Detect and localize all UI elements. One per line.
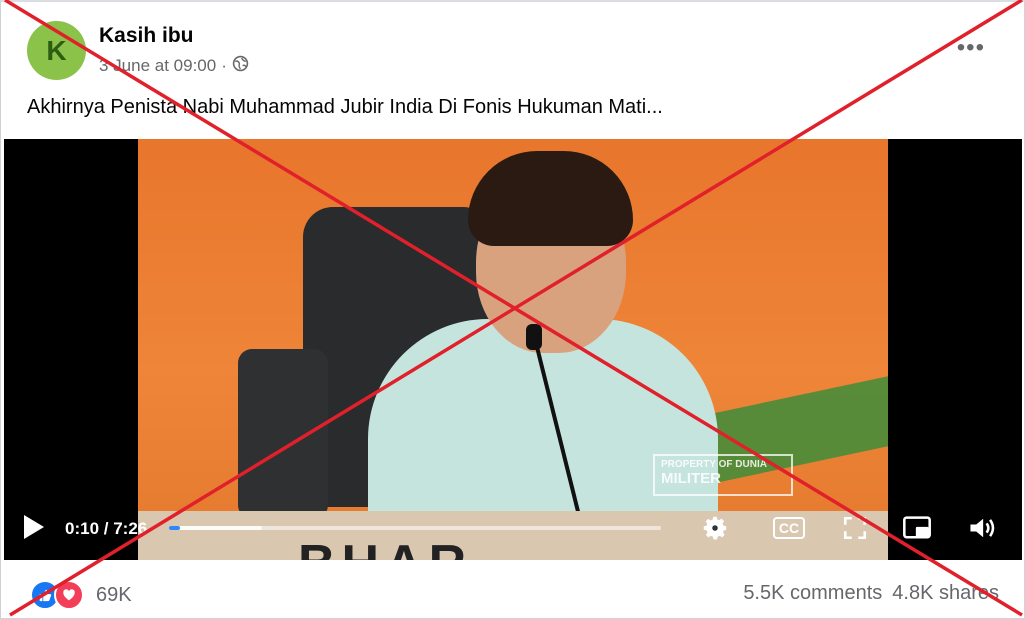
progress-bar[interactable] (169, 526, 661, 530)
video-controls: 0:10 / 7:26 CC (4, 505, 1022, 555)
avatar[interactable]: K (27, 21, 86, 80)
microphone (526, 324, 542, 350)
globe-icon (232, 55, 249, 77)
engagement-stats: 5.5K comments 4.8K shares (743, 582, 999, 605)
author-name[interactable]: Kasih ibu (99, 24, 194, 48)
cc-label: CC (772, 517, 806, 539)
progress-buffered (169, 526, 263, 530)
progress-played (169, 526, 180, 530)
fullscreen-icon[interactable] (837, 511, 873, 545)
shares-count[interactable]: 4.8K shares (892, 582, 999, 605)
speaker-hair (468, 151, 633, 246)
reactions-summary[interactable]: 69K (30, 580, 132, 610)
avatar-initial: K (46, 34, 67, 66)
video-frame: BHAR PROPERTY OF DUNIA MILITER (138, 139, 888, 560)
settings-gear-icon[interactable] (697, 511, 733, 545)
closed-captions-icon[interactable]: CC (771, 511, 807, 545)
watermark-line2: MILITER (661, 470, 721, 487)
video-player[interactable]: BHAR PROPERTY OF DUNIA MILITER (4, 139, 1022, 560)
love-icon (54, 580, 84, 610)
comments-count[interactable]: 5.5K comments (743, 582, 882, 605)
chair-arm (238, 349, 328, 519)
post-meta: 3 June at 09:00 · (99, 55, 249, 77)
meta-separator: · (221, 56, 227, 75)
time-separator: / (103, 519, 114, 538)
play-icon[interactable] (24, 515, 44, 539)
video-watermark: PROPERTY OF DUNIA MILITER (653, 454, 793, 496)
timestamp[interactable]: 3 June at 09:00 (99, 56, 216, 76)
reaction-count: 69K (96, 583, 132, 606)
current-time: 0:10 (65, 519, 100, 538)
volume-icon[interactable] (964, 511, 1000, 545)
more-options-button[interactable]: ••• (957, 34, 985, 62)
time-display: 0:10 / 7:26 (65, 519, 147, 539)
post-caption: Akhirnya Penista Nabi Muhammad Jubir Ind… (27, 96, 663, 118)
duration: 7:26 (113, 519, 148, 538)
picture-in-picture-icon[interactable] (899, 511, 935, 545)
